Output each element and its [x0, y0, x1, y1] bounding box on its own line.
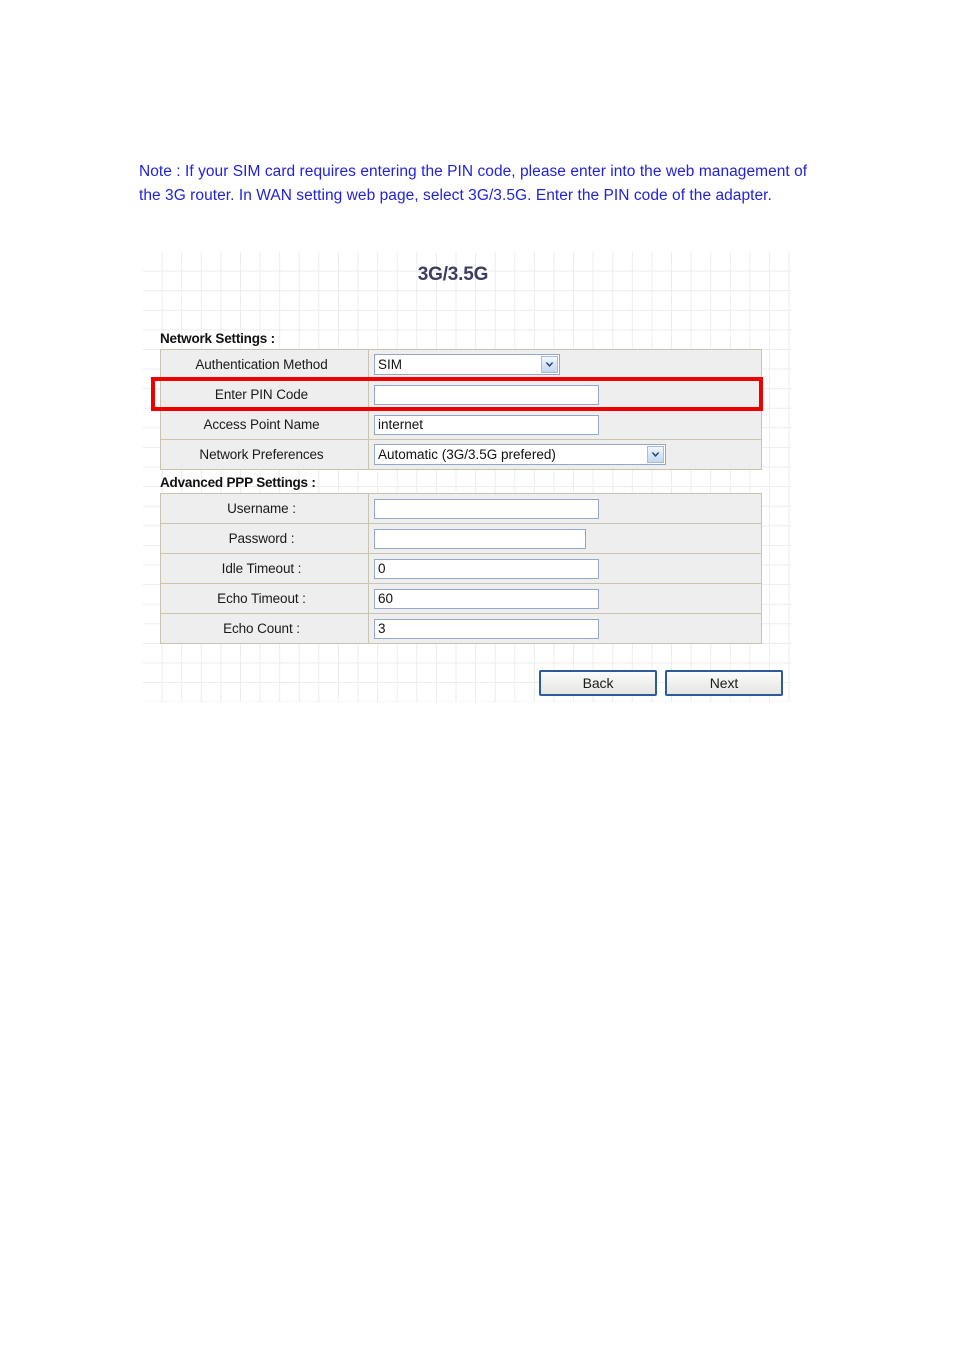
advanced-ppp-settings-heading: Advanced PPP Settings : [160, 475, 316, 490]
table-row-username: Username : [160, 493, 762, 524]
table-row-access-point-name: Access Point Name internet [160, 409, 762, 440]
network-preferences-value: Automatic (3G/3.5G prefered) [378, 447, 556, 462]
chevron-down-icon[interactable] [541, 356, 558, 373]
table-row-idle-timeout: Idle Timeout : 0 [160, 553, 762, 584]
label-authentication-method: Authentication Method [160, 349, 369, 380]
label-echo-timeout: Echo Timeout : [160, 583, 369, 614]
table-row-authentication-method: Authentication Method SIM [160, 349, 762, 380]
label-echo-count: Echo Count : [160, 613, 369, 644]
label-username: Username : [160, 493, 369, 524]
page-title: 3G/3.5G [417, 264, 489, 285]
password-input[interactable] [374, 528, 586, 549]
note-paragraph: Note : If your SIM card requires enterin… [139, 163, 808, 204]
network-settings-table: Authentication Method SIM Enter PIN Code [160, 349, 762, 470]
table-row-echo-timeout: Echo Timeout : 60 [160, 583, 762, 614]
echo-timeout-input[interactable]: 60 [374, 588, 599, 609]
next-button[interactable]: Next [665, 670, 783, 696]
label-idle-timeout: Idle Timeout : [160, 553, 369, 584]
username-input[interactable] [374, 498, 599, 519]
authentication-method-select[interactable]: SIM [374, 354, 560, 375]
back-button[interactable]: Back [539, 670, 657, 696]
access-point-name-input[interactable]: internet [374, 414, 599, 435]
router-admin-screenshot: 3G/3.5G Network Settings : Authenticatio… [143, 252, 791, 702]
label-password: Password : [160, 523, 369, 554]
network-settings-heading: Network Settings : [160, 331, 275, 346]
authentication-method-value: SIM [378, 357, 403, 372]
network-preferences-select[interactable]: Automatic (3G/3.5G prefered) [374, 444, 666, 465]
wizard-button-row: Back Next [539, 670, 789, 698]
label-enter-pin-code: Enter PIN Code [160, 379, 369, 410]
idle-timeout-input[interactable]: 0 [374, 558, 599, 579]
echo-count-input[interactable]: 3 [374, 618, 599, 639]
chevron-down-icon[interactable] [647, 446, 664, 463]
table-row-enter-pin-code: Enter PIN Code [160, 379, 762, 410]
label-network-preferences: Network Preferences [160, 439, 369, 470]
enter-pin-code-input[interactable] [374, 384, 599, 405]
label-access-point-name: Access Point Name [160, 409, 369, 440]
table-row-network-preferences: Network Preferences Automatic (3G/3.5G p… [160, 439, 762, 470]
advanced-ppp-settings-table: Username : Password : Idle Timeout : 0 E… [160, 493, 762, 644]
table-row-password: Password : [160, 523, 762, 554]
table-row-echo-count: Echo Count : 3 [160, 613, 762, 644]
